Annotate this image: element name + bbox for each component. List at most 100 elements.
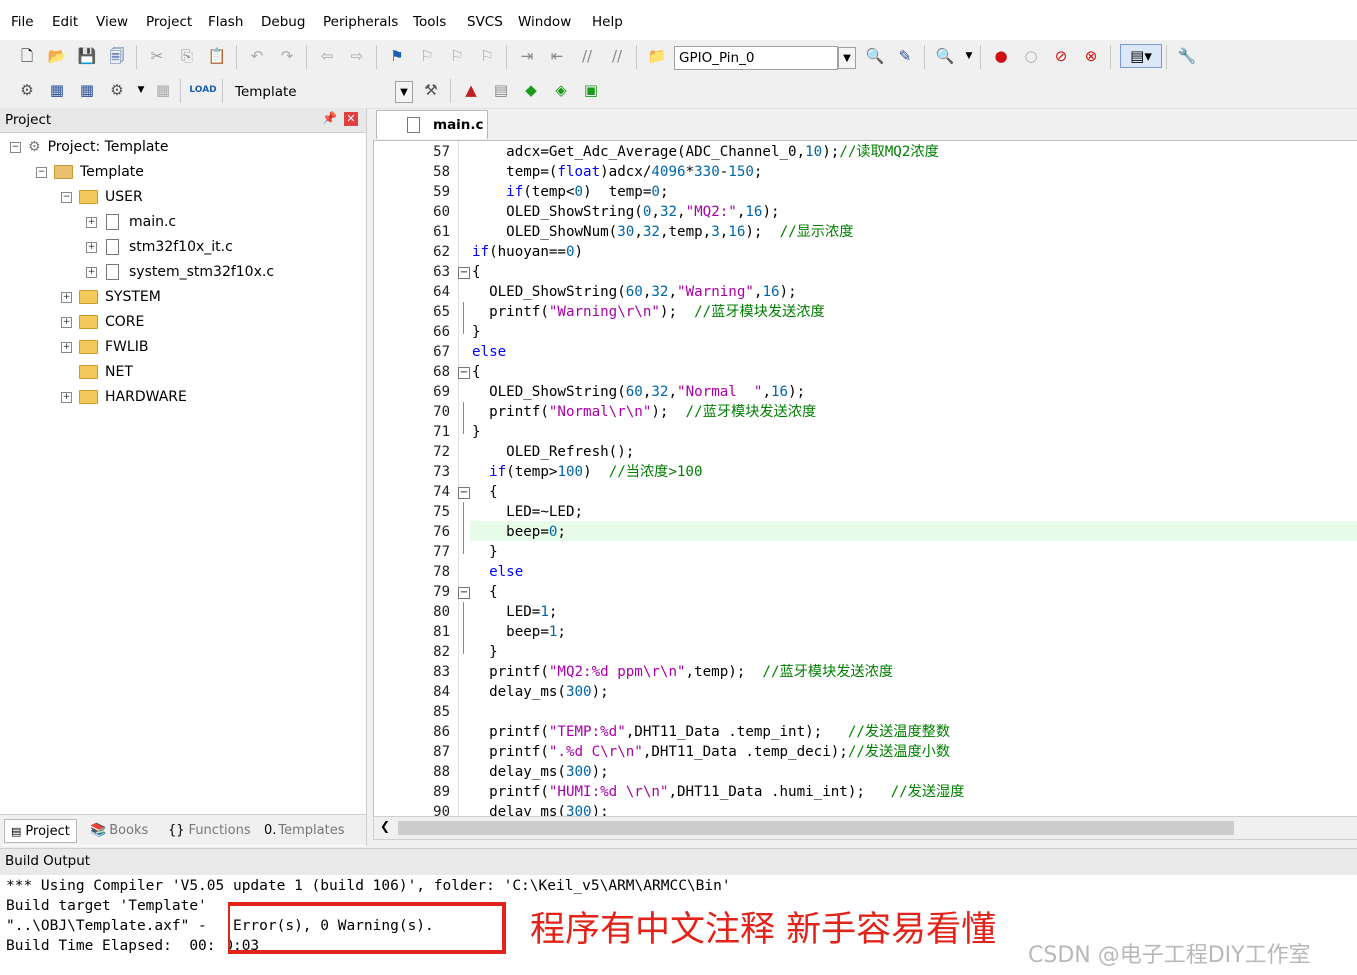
code-line[interactable]: OLED_Refresh(); [472, 442, 634, 462]
code-line[interactable]: printf("HUMI:%d \r\n",DHT11_Data .humi_i… [472, 782, 964, 802]
unindent-icon[interactable]: ⇤ [546, 45, 568, 67]
tab-books[interactable]: 📚 Books [90, 819, 148, 841]
cut-icon[interactable]: ✂ [146, 45, 168, 67]
menu-peripherals[interactable]: Peripherals [323, 14, 398, 30]
find-in-files-icon[interactable]: 📁 [646, 45, 668, 67]
code-line[interactable]: OLED_ShowString(60,32,"Normal ",16); [472, 382, 805, 402]
menu-flash[interactable]: Flash [208, 14, 243, 30]
menu-help[interactable]: Help [592, 14, 623, 30]
code-line[interactable]: { [472, 482, 498, 502]
code-line[interactable]: { [472, 362, 481, 382]
code-line[interactable]: LED=~LED; [472, 502, 583, 522]
file-extensions-icon[interactable]: ▤ [490, 79, 512, 101]
find-icon[interactable]: 🔍 [864, 45, 886, 67]
expand-icon[interactable]: + [61, 342, 72, 353]
code-line[interactable]: OLED_ShowNum(30,32,temp,3,16); //显示浓度 [472, 222, 853, 242]
menu-view[interactable]: View [96, 14, 128, 30]
collapse-icon[interactable]: − [36, 167, 47, 178]
tree-item-file[interactable]: + main.c [86, 210, 176, 234]
open-file-icon[interactable]: 📂 [46, 45, 68, 67]
tab-functions[interactable]: {} Functions [168, 819, 251, 841]
uncomment-icon[interactable]: // [606, 45, 628, 67]
window-layout-icon[interactable]: ▤▾ [1120, 44, 1162, 68]
save-icon[interactable]: 💾 [76, 45, 98, 67]
comment-icon[interactable]: // [576, 45, 598, 67]
expand-icon[interactable]: + [86, 217, 97, 228]
tree-item-file[interactable]: + system_stm32f10x.c [86, 260, 274, 284]
tree-item-target[interactable]: − Template [36, 160, 144, 184]
collapse-icon[interactable]: − [10, 142, 21, 153]
build-icon[interactable]: ▦ [46, 79, 68, 101]
code-line[interactable]: { [472, 262, 481, 282]
code-line[interactable]: beep=1; [472, 622, 566, 642]
translate-icon[interactable]: ⚙ [16, 79, 38, 101]
menu-project[interactable]: Project [146, 14, 192, 30]
tree-item-group[interactable]: + FWLIB [61, 335, 148, 359]
undo-icon[interactable]: ↶ [246, 45, 268, 67]
incremental-find-icon[interactable]: ✎ [894, 45, 916, 67]
manage-project-icon[interactable]: ▲ [460, 79, 482, 101]
tab-templates[interactable]: 0. Templates [264, 819, 345, 841]
rebuild-icon[interactable]: ▦ [76, 79, 98, 101]
scroll-left-icon[interactable]: ❮ [380, 819, 390, 833]
code-line[interactable]: if(temp>100) //当浓度>100 [472, 462, 702, 482]
tree-item-project[interactable]: − ⚙ Project: Template [10, 135, 169, 159]
nav-back-icon[interactable]: ⇦ [316, 45, 338, 67]
code-editor[interactable]: 57 58 59 60 61 62 63 64 65 66 67 68 69 70 71 72 73 74 75 76… [373, 140, 1357, 818]
build-output-panel[interactable]: *** Using Compiler 'V5.05 update 1 (buil… [0, 875, 1357, 975]
download-icon[interactable]: LOAD [189, 79, 216, 101]
expand-icon[interactable]: + [61, 392, 72, 403]
expand-icon[interactable]: + [61, 317, 72, 328]
code-line[interactable]: } [472, 422, 481, 442]
code-line[interactable]: printf("MQ2:%d ppm\r\n",temp); //蓝牙模块发送浓… [472, 662, 893, 682]
code-line[interactable]: OLED_ShowString(60,32,"Warning",16); [472, 282, 797, 302]
bookmark-icon[interactable]: ⚑ [386, 45, 408, 67]
chevron-down-icon[interactable]: ▼ [130, 79, 152, 101]
code-line[interactable]: else [472, 562, 523, 582]
next-bookmark-icon[interactable]: ⚐ [446, 45, 468, 67]
new-file-icon[interactable]: 🗋 [16, 45, 38, 67]
chevron-down-icon[interactable]: ▼ [958, 45, 980, 67]
code-line[interactable]: } [472, 542, 498, 562]
batch-build-icon[interactable]: ⚙ [106, 79, 128, 101]
expand-icon[interactable]: + [86, 267, 97, 278]
find-combobox[interactable]: GPIO_Pin_0 [674, 46, 838, 70]
tree-item-group[interactable]: + HARDWARE [61, 385, 187, 409]
code-line[interactable]: { [472, 582, 498, 602]
code-line[interactable]: LED=1; [472, 602, 557, 622]
expand-icon[interactable]: + [86, 242, 97, 253]
clear-bookmarks-icon[interactable]: ⚐ [476, 45, 498, 67]
tree-item-group[interactable]: − USER [61, 185, 143, 209]
tree-item-group[interactable]: + SYSTEM [61, 285, 161, 309]
close-icon[interactable]: ✕ [344, 112, 358, 126]
kill-breakpoints-icon[interactable]: ⊗ [1080, 45, 1102, 67]
code-line[interactable]: if(temp<0) temp=0; [472, 182, 668, 202]
tree-item-file[interactable]: + stm32f10x_it.c [86, 235, 233, 259]
code-line[interactable]: } [472, 322, 481, 342]
code-line[interactable]: printf("Warning\r\n"); //蓝牙模块发送浓度 [472, 302, 825, 322]
save-all-icon[interactable]: 🗐 [106, 45, 128, 67]
code-line[interactable]: beep=0; [472, 522, 566, 542]
configure-icon[interactable]: 🔧 [1176, 45, 1198, 67]
chevron-down-icon[interactable]: ▼ [395, 81, 413, 103]
code-line[interactable]: temp=(float)adcx/4096*330-150; [472, 162, 762, 182]
redo-icon[interactable]: ↷ [276, 45, 298, 67]
code-line[interactable]: delay_ms(300); [472, 682, 609, 702]
code-line[interactable]: adcx=Get_Adc_Average(ADC_Channel_0,10);/… [472, 142, 939, 162]
menu-debug[interactable]: Debug [261, 14, 305, 30]
code-line[interactable]: else [472, 342, 506, 362]
pin-icon[interactable]: 📌 [322, 111, 337, 125]
chevron-down-icon[interactable]: ▼ [838, 47, 856, 69]
tab-main-c[interactable]: main.c [376, 110, 488, 139]
nav-forward-icon[interactable]: ⇨ [346, 45, 368, 67]
disable-breakpoints-icon[interactable]: ⊘ [1050, 45, 1072, 67]
prev-bookmark-icon[interactable]: ⚐ [416, 45, 438, 67]
run-time-env-icon[interactable]: ◈ [550, 79, 572, 101]
tree-item-group[interactable]: NET [61, 360, 133, 384]
debug-session-icon[interactable]: 🔍 [934, 45, 956, 67]
code-line[interactable]: printf("TEMP:%d",DHT11_Data .temp_int); … [472, 722, 950, 742]
indent-icon[interactable]: ⇥ [516, 45, 538, 67]
code-line[interactable]: printf("Normal\r\n"); //蓝牙模块发送浓度 [472, 402, 816, 422]
code-line[interactable]: if(huoyan==0) [472, 242, 583, 262]
fold-toggle-icon[interactable]: − [458, 587, 470, 599]
